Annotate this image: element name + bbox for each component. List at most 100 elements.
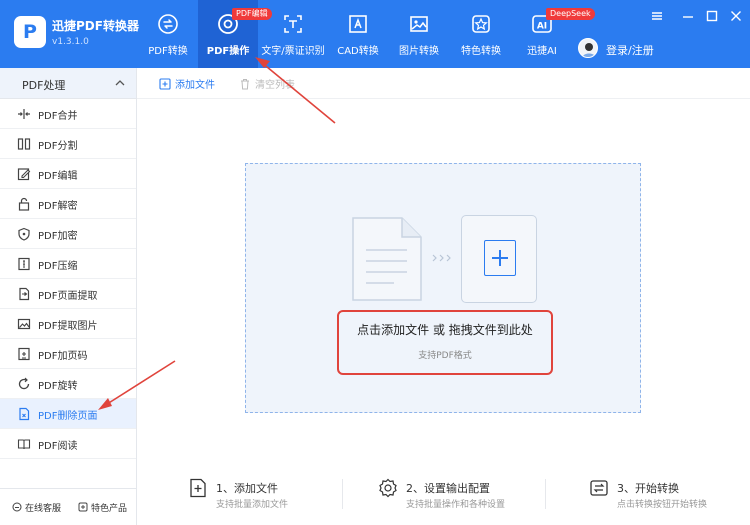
add-file-icon — [159, 78, 171, 90]
star-icon — [472, 15, 490, 33]
step-divider — [545, 479, 546, 509]
cad-icon — [349, 15, 367, 33]
step-subtitle: 支持批量添加文件 — [216, 500, 289, 510]
sidebar-item-label: PDF加密 — [38, 231, 78, 242]
ocr-icon — [284, 15, 302, 33]
ai-icon-text: AI — [537, 22, 547, 32]
sidebar-item-label: PDF提取图片 — [38, 321, 98, 332]
login-link[interactable]: 登录/注册 — [606, 42, 654, 58]
sidebar-footer: 在线客服 特色产品 — [0, 488, 136, 525]
read-icon — [17, 439, 31, 450]
sidebar-item-split[interactable]: PDF分割 — [0, 129, 136, 159]
avatar[interactable] — [578, 38, 598, 58]
tab-label: PDF操作 — [206, 46, 250, 57]
merge-icon — [18, 109, 30, 119]
step-title: 1、添加文件 — [216, 482, 278, 495]
pdf-convert-icon — [158, 14, 178, 34]
start-convert-icon — [590, 480, 608, 496]
tab-cad[interactable]: CAD转换 — [328, 0, 388, 68]
sidebar-item-encrypt[interactable]: PDF加密 — [0, 219, 136, 249]
toolbar: 添加文件 清空列表 — [137, 68, 750, 99]
add-file-button[interactable]: 添加文件 — [159, 76, 215, 91]
deepseek-badge: DeepSeek — [546, 8, 595, 20]
settings-gear-icon — [379, 478, 397, 498]
user-icon — [582, 43, 596, 57]
sidebar-item-extract-page[interactable]: PDF页面提取 — [0, 279, 136, 309]
sidebar-item-edit[interactable]: PDF编辑 — [0, 159, 136, 189]
sidebar: PDF处理 PDF合并 PDF分割 PDF编辑 PDF解密 PDF加密 PDF压… — [0, 68, 137, 525]
rotate-icon — [18, 377, 30, 390]
trash-icon — [241, 79, 249, 90]
title-bar: P 迅捷PDF转换器 v1.3.1.0 PDF转换 PDF操作 PDF编辑 文字… — [0, 0, 750, 68]
add-file-label: 添加文件 — [175, 80, 215, 91]
add-plus-icon — [484, 240, 516, 276]
sidebar-item-label: PDF旋转 — [38, 381, 78, 392]
delete-page-icon — [19, 407, 30, 421]
image-icon — [410, 16, 428, 32]
sidebar-item-label: PDF删除页面 — [38, 411, 98, 422]
file-dropzone[interactable] — [245, 163, 641, 413]
shield-icon — [18, 227, 30, 241]
sidebar-item-label: PDF合并 — [38, 111, 78, 122]
app-version: v1.3.1.0 — [52, 37, 89, 47]
add-file-icon — [190, 478, 206, 498]
online-service-label: 在线客服 — [25, 504, 62, 514]
sidebar-group-label: PDF处理 — [22, 79, 66, 92]
tab-featured[interactable]: 特色转换 — [450, 0, 512, 68]
sidebar-item-read[interactable]: PDF阅读 — [0, 429, 136, 459]
maximize-icon[interactable] — [705, 9, 719, 23]
compress-icon — [18, 257, 30, 271]
online-service-link[interactable]: 在线客服 — [12, 501, 61, 514]
sidebar-item-compress[interactable]: PDF压缩 — [0, 249, 136, 279]
unlock-icon — [18, 197, 30, 211]
document-icon — [352, 217, 422, 301]
sidebar-item-label: PDF解密 — [38, 201, 78, 212]
chevron-up-icon — [115, 80, 125, 86]
plus-vertical — [499, 250, 501, 266]
app-logo-letter: P — [23, 21, 37, 43]
step-subtitle: 点击转换按钮开始转换 — [617, 500, 708, 510]
annotation-highlight-box — [337, 310, 553, 375]
chevrons-right-icon — [432, 254, 451, 262]
step-title: 2、设置输出配置 — [406, 482, 490, 495]
close-icon[interactable] — [729, 9, 743, 23]
minimize-icon[interactable] — [681, 9, 695, 23]
sidebar-item-label: PDF编辑 — [38, 171, 78, 182]
split-icon — [17, 138, 31, 150]
step-subtitle: 支持批量操作和各种设置 — [406, 500, 506, 510]
products-icon — [78, 502, 88, 512]
sidebar-item-merge[interactable]: PDF合并 — [0, 99, 136, 129]
tab-label: PDF转换 — [148, 46, 188, 57]
sidebar-item-label: PDF分割 — [38, 141, 78, 152]
step-divider — [342, 479, 343, 509]
tab-label: CAD转换 — [337, 46, 379, 57]
sidebar-item-rotate[interactable]: PDF旋转 — [0, 369, 136, 399]
clear-list-button[interactable]: 清空列表 — [239, 76, 295, 91]
clear-list-label: 清空列表 — [255, 80, 295, 91]
tab-label: 迅捷AI — [527, 46, 557, 57]
featured-products-label: 特色产品 — [91, 504, 128, 514]
sidebar-item-decrypt[interactable]: PDF解密 — [0, 189, 136, 219]
step-title: 3、开始转换 — [617, 482, 679, 495]
sidebar-item-label: PDF压缩 — [38, 261, 78, 272]
menu-icon[interactable] — [650, 9, 664, 23]
tab-ocr[interactable]: 文字/票证识别 — [258, 0, 328, 68]
tab-label: 特色转换 — [461, 46, 501, 57]
sidebar-item-page-number[interactable]: PDF加页码 — [0, 339, 136, 369]
sidebar-item-extract-image[interactable]: PDF提取图片 — [0, 309, 136, 339]
sidebar-group-header[interactable]: PDF处理 — [0, 68, 136, 99]
featured-products-link[interactable]: 特色产品 — [78, 501, 127, 514]
edit-icon — [17, 168, 31, 181]
app-logo: P — [14, 16, 46, 48]
sidebar-item-delete-page[interactable]: PDF删除页面 — [0, 399, 136, 429]
sidebar-item-label: PDF加页码 — [38, 351, 88, 362]
tab-pdf-convert[interactable]: PDF转换 — [138, 0, 198, 68]
extract-page-icon — [19, 287, 30, 301]
sidebar-item-label: PDF阅读 — [38, 441, 78, 452]
sidebar-item-label: PDF页面提取 — [38, 291, 98, 302]
tab-label: 图片转换 — [399, 46, 439, 57]
app-title: 迅捷PDF转换器 — [52, 19, 139, 33]
page-number-icon — [18, 347, 30, 361]
headset-icon — [12, 502, 22, 512]
tab-image[interactable]: 图片转换 — [388, 0, 450, 68]
